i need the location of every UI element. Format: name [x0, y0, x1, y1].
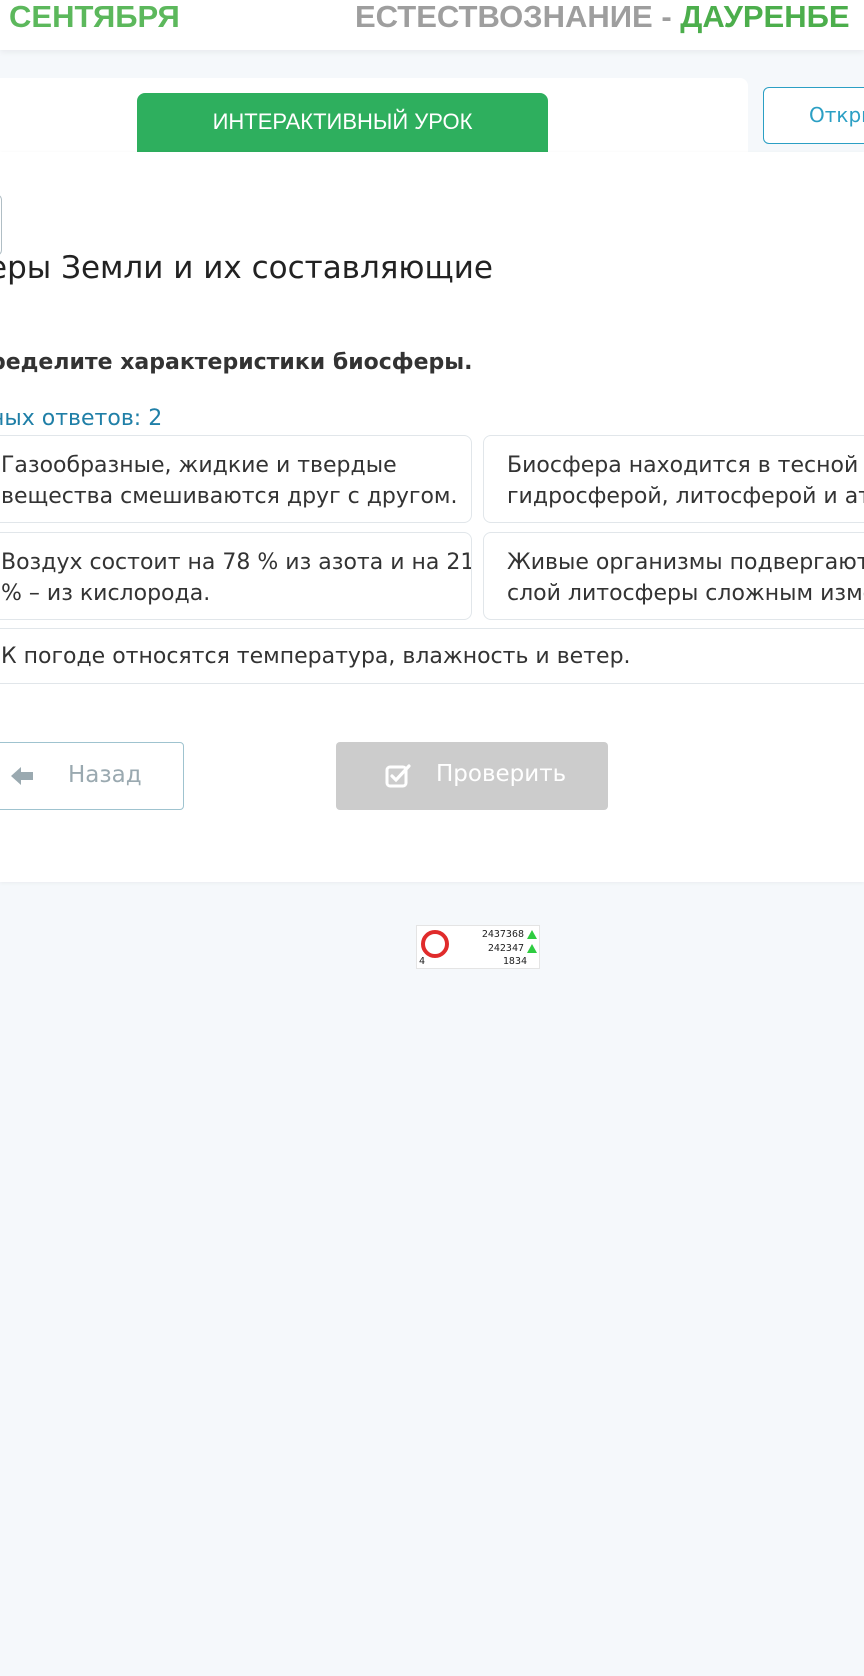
visitor-counter[interactable]: 2437368 242347 1834 4 [416, 925, 540, 969]
tab-interactive-lesson[interactable]: ИНТЕРАКТИВНЫЙ УРОК [137, 93, 548, 153]
back-button-label: Назад [68, 762, 142, 788]
answer-option-text: Живые организмы подвергают в [507, 550, 864, 575]
answer-option-text: Воздух состоит на 78 % из азота и на 21 [1, 550, 472, 575]
teacher-name: ДАУРЕНБЕ [680, 0, 850, 34]
answer-option-4[interactable]: Живые организмы подвергают в слой литосф… [483, 532, 864, 620]
counter-value: 242347 [487, 943, 524, 954]
side-toggle-button[interactable] [0, 194, 2, 256]
open-button[interactable]: Откры [763, 87, 864, 144]
answer-option-5[interactable]: К погоде относятся температура, влажност… [0, 628, 864, 684]
triangle-up-icon [527, 944, 537, 953]
arrow-left-icon [11, 767, 33, 785]
task-prompt: ределите характеристики биосферы. [0, 350, 473, 375]
triangle-up-icon [527, 930, 537, 939]
subject-title: ЕСТЕСТВОЗНАНИЕ - ДАУРЕНБЕ [355, 0, 850, 34]
top-header: СЕНТЯБРЯ ЕСТЕСТВОЗНАНИЕ - ДАУРЕНБЕ [0, 0, 864, 50]
answer-option-text: К погоде относятся температура, влажност… [1, 644, 631, 669]
counter-value: 2437368 [481, 929, 524, 940]
subject-name: ЕСТЕСТВОЗНАНИЕ - [355, 0, 681, 34]
checkbox-check-icon [385, 764, 411, 788]
answer-option-text: Биосфера находится в тесной св [507, 453, 864, 478]
answer-option-text: слой литосферы сложным измен [507, 581, 864, 606]
lesson-date: СЕНТЯБРЯ [9, 0, 180, 34]
answer-option-2[interactable]: Биосфера находится в тесной св гидросфер… [483, 435, 864, 523]
answers-counter: ных ответов: 2 [0, 406, 163, 431]
counter-logo-icon [421, 930, 449, 958]
answer-option-text: гидросферой, литосферой и атм [507, 484, 864, 509]
answer-option-text: % – из кислорода. [1, 581, 211, 606]
counter-value: 1834 [502, 956, 527, 967]
answer-option-1[interactable]: Газообразные, жидкие и твердые вещества … [0, 435, 472, 523]
check-button-label: Проверить [436, 761, 567, 787]
answer-option-text: Газообразные, жидкие и твердые [1, 453, 397, 478]
page-title: еры Земли и их составляющие [0, 250, 493, 286]
answer-option-text: вещества смешиваются друг с другом. [1, 484, 458, 509]
check-button[interactable]: Проверить [336, 742, 608, 810]
counter-value: 4 [419, 956, 426, 967]
answer-option-3[interactable]: Воздух состоит на 78 % из азота и на 21 … [0, 532, 472, 620]
back-button[interactable]: Назад [0, 742, 184, 810]
